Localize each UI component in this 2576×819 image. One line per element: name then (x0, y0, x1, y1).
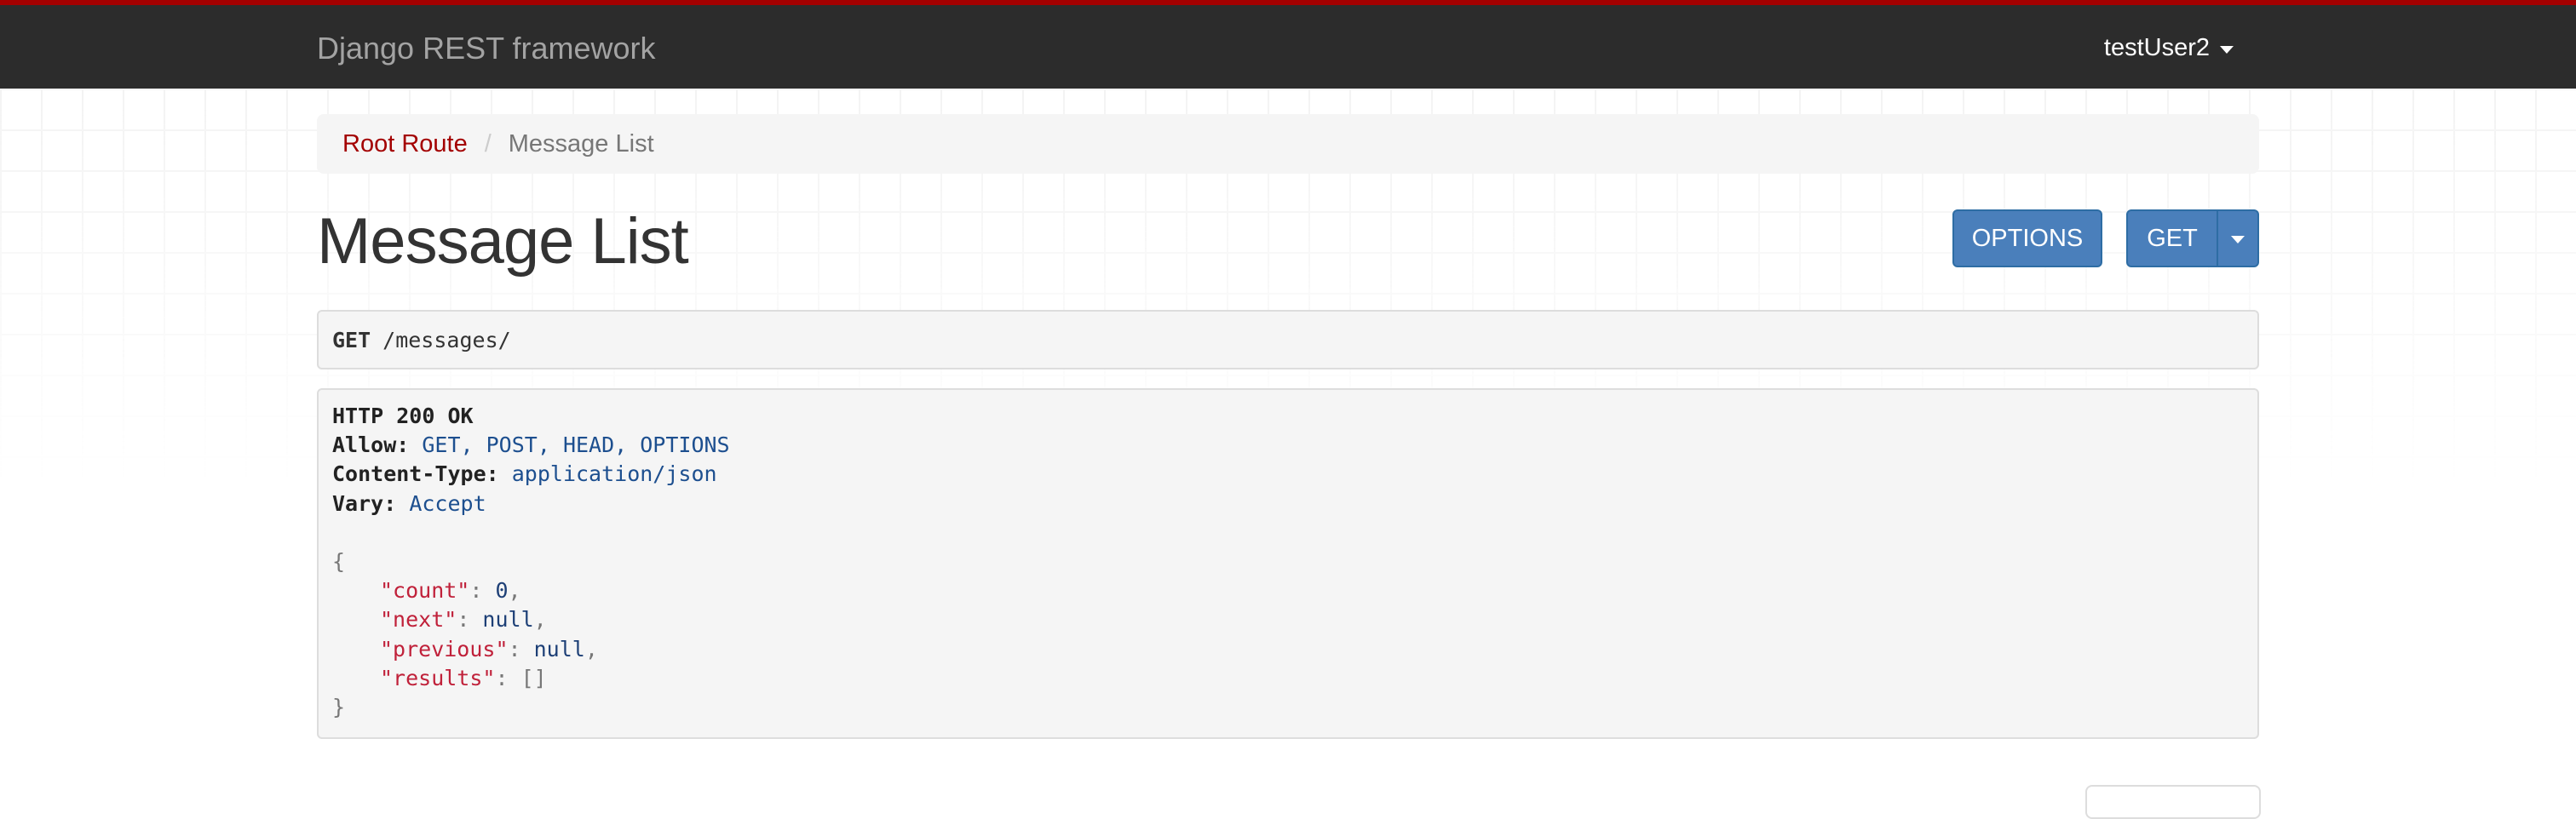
bottom-button-partial[interactable] (2085, 785, 2261, 819)
response-header-content-type: Content-Type: application/json (332, 460, 2244, 489)
breadcrumb-root-route[interactable]: Root Route (342, 130, 468, 158)
header-value: GET, POST, HEAD, OPTIONS (422, 432, 730, 458)
breadcrumb-current: Message List (508, 129, 654, 158)
json-field-count: "count": 0, (380, 578, 521, 604)
caret-down-icon (2220, 45, 2234, 54)
request-method: GET (332, 327, 371, 352)
json-field-previous: "previous": null, (380, 636, 598, 662)
breadcrumb-separator: / (484, 129, 492, 158)
json-key: "next" (380, 607, 457, 633)
header-key: Content-Type: (332, 461, 499, 487)
header-key: Vary: (332, 490, 397, 516)
request-path: /messages/ (382, 327, 511, 352)
response-header-allow: Allow: GET, POST, HEAD, OPTIONS (332, 431, 2244, 460)
brand-link[interactable]: Django REST framework (317, 31, 655, 66)
navbar: Django REST framework testUser2 (0, 0, 2576, 89)
json-value: null (482, 607, 534, 633)
json-value: null (533, 636, 585, 662)
page-title: Message List (317, 205, 689, 278)
json-key: "previous" (380, 636, 509, 662)
header-value: application/json (511, 461, 717, 487)
get-format-dropdown-toggle[interactable] (2217, 209, 2259, 267)
json-key: "count" (380, 578, 470, 604)
caret-down-icon (2231, 236, 2245, 243)
request-info: GET /messages/ (317, 310, 2259, 369)
get-button[interactable]: GET (2126, 209, 2218, 267)
username-label: testUser2 (2103, 34, 2210, 61)
user-menu-dropdown[interactable]: testUser2 (2104, 34, 2234, 62)
header-value: Accept (409, 490, 486, 516)
response-header-vary: Vary: Accept (332, 490, 2244, 518)
response-status: HTTP 200 OK (332, 404, 474, 428)
json-field-results: "results": [] (380, 665, 547, 690)
json-value: [] (520, 665, 547, 690)
json-open-brace: { (332, 549, 346, 574)
breadcrumb: Root Route / Message List (317, 114, 2259, 174)
response-info: HTTP 200 OK Allow: GET, POST, HEAD, OPTI… (317, 388, 2259, 739)
json-close-brace: } (332, 695, 346, 720)
json-field-next: "next": null, (380, 607, 547, 633)
json-value: 0 (495, 578, 509, 604)
json-key: "results" (380, 665, 496, 690)
options-button[interactable]: OPTIONS (1952, 209, 2102, 267)
header-key: Allow: (332, 432, 410, 458)
